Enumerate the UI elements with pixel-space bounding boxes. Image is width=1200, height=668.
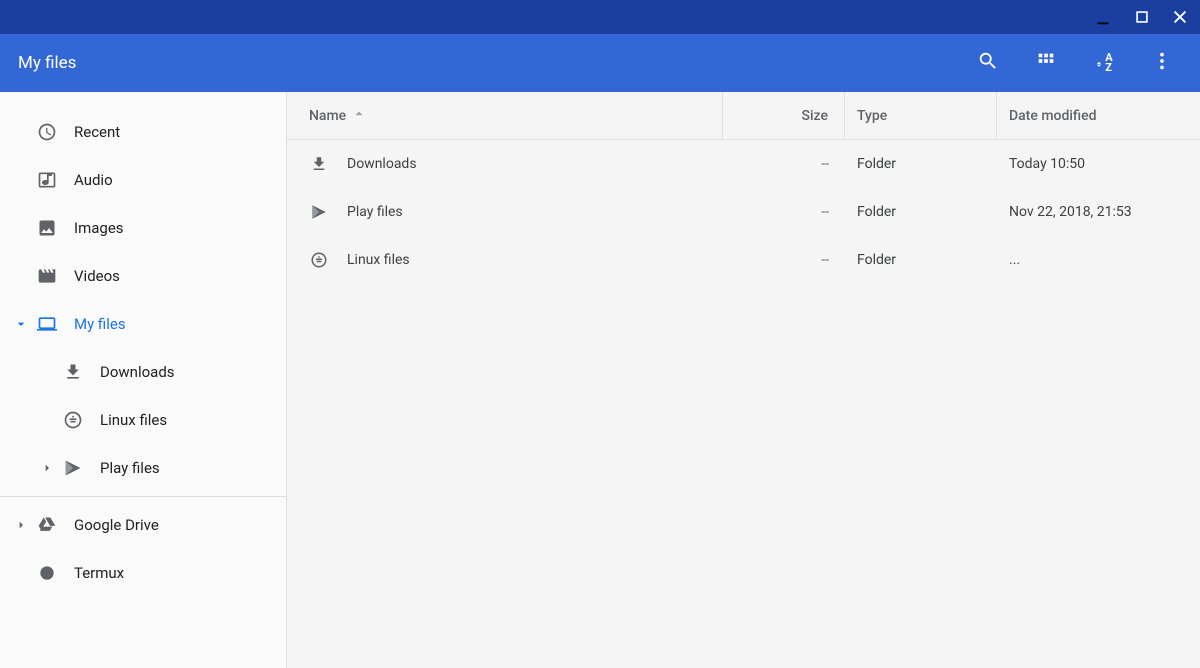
- file-name-label: Downloads: [347, 156, 417, 172]
- video-icon: [36, 265, 58, 287]
- file-name-cell: Downloads: [287, 140, 723, 188]
- grid-icon: [1035, 50, 1057, 76]
- sidebar-item-label: Videos: [74, 267, 120, 285]
- sidebar-item-videos[interactable]: Videos: [0, 252, 286, 300]
- file-type-cell: Folder: [845, 236, 997, 284]
- sidebar-item-linux-files[interactable]: Linux files: [0, 396, 286, 444]
- termux-icon: [36, 562, 58, 584]
- sidebar-item-audio[interactable]: Audio: [0, 156, 286, 204]
- file-row[interactable]: Downloads --FolderToday 10:50: [287, 140, 1200, 188]
- column-type-label: Type: [857, 108, 887, 124]
- sort-asc-icon: [352, 107, 366, 125]
- chevron-down-icon[interactable]: [12, 315, 30, 333]
- file-size-cell: --: [723, 236, 845, 284]
- more-options-button[interactable]: [1148, 49, 1176, 77]
- sidebar-item-recent[interactable]: Recent: [0, 108, 286, 156]
- download-icon: [62, 361, 84, 383]
- drive-icon: [36, 514, 58, 536]
- column-header-date[interactable]: Date modified: [997, 92, 1200, 139]
- file-size-cell: --: [723, 140, 845, 188]
- sidebar-item-termux[interactable]: Termux: [0, 549, 286, 597]
- app-toolbar: My files AZ: [0, 34, 1200, 92]
- file-name-label: Play files: [347, 204, 403, 220]
- sort-az-icon: AZ: [1094, 53, 1113, 73]
- chevron-right-icon[interactable]: [38, 459, 56, 477]
- window-minimize-button[interactable]: [1094, 7, 1114, 27]
- sidebar-item-label: Images: [74, 219, 124, 237]
- laptop-icon: [36, 313, 58, 335]
- file-date-cell: Nov 22, 2018, 21:53: [997, 188, 1200, 236]
- column-header-size[interactable]: Size: [723, 92, 845, 139]
- more-vert-icon: [1151, 50, 1173, 76]
- window-close-button[interactable]: [1170, 7, 1190, 27]
- chevron-right-icon[interactable]: [12, 516, 30, 534]
- file-type-cell: Folder: [845, 188, 997, 236]
- sidebar-item-images[interactable]: Images: [0, 204, 286, 252]
- linux-icon: [62, 409, 84, 431]
- play-icon: [62, 457, 84, 479]
- file-row[interactable]: Play files --FolderNov 22, 2018, 21:53: [287, 188, 1200, 236]
- file-list-panel: Name Size Type Date modified Downloads --…: [287, 92, 1200, 668]
- file-name-cell: Play files: [287, 188, 723, 236]
- file-name-cell: Linux files: [287, 236, 723, 284]
- window-titlebar: [0, 0, 1200, 34]
- file-row[interactable]: Linux files --Folder...: [287, 236, 1200, 284]
- sidebar-item-play-files[interactable]: Play files: [0, 444, 286, 492]
- audio-icon: [36, 169, 58, 191]
- file-date-cell: ...: [997, 236, 1200, 284]
- sidebar-item-downloads[interactable]: Downloads: [0, 348, 286, 396]
- view-grid-button[interactable]: [1032, 49, 1060, 77]
- sidebar-item-label: Audio: [74, 171, 113, 189]
- search-button[interactable]: [974, 49, 1002, 77]
- sidebar-item-label: Play files: [100, 459, 160, 477]
- file-date-cell: Today 10:50: [997, 140, 1200, 188]
- column-date-label: Date modified: [1009, 108, 1097, 124]
- download-icon: [309, 154, 329, 174]
- image-icon: [36, 217, 58, 239]
- sidebar-item-label: My files: [74, 315, 126, 333]
- column-name-label: Name: [309, 108, 346, 124]
- sidebar-item-my-files[interactable]: My files: [0, 300, 286, 348]
- file-table-header: Name Size Type Date modified: [287, 92, 1200, 140]
- file-name-label: Linux files: [347, 252, 410, 268]
- file-type-cell: Folder: [845, 140, 997, 188]
- page-title: My files: [18, 53, 974, 73]
- column-header-name[interactable]: Name: [287, 92, 723, 139]
- sidebar-item-label: Google Drive: [74, 516, 159, 534]
- clock-icon: [36, 121, 58, 143]
- sort-button[interactable]: AZ: [1090, 49, 1118, 77]
- column-size-label: Size: [802, 108, 828, 124]
- sidebar-item-label: Downloads: [100, 363, 175, 381]
- column-header-type[interactable]: Type: [845, 92, 997, 139]
- sidebar-item-google-drive[interactable]: Google Drive: [0, 501, 286, 549]
- sidebar-item-label: Linux files: [100, 411, 167, 429]
- sidebar-item-label: Termux: [74, 564, 124, 582]
- linux-icon: [309, 250, 329, 270]
- file-size-cell: --: [723, 188, 845, 236]
- sidebar-divider: [0, 496, 286, 497]
- sidebar-item-label: Recent: [74, 123, 120, 141]
- sidebar: Recent Audio Images Videos My files Downloads…: [0, 92, 287, 668]
- search-icon: [977, 50, 999, 76]
- play-icon: [309, 202, 329, 222]
- window-maximize-button[interactable]: [1132, 7, 1152, 27]
